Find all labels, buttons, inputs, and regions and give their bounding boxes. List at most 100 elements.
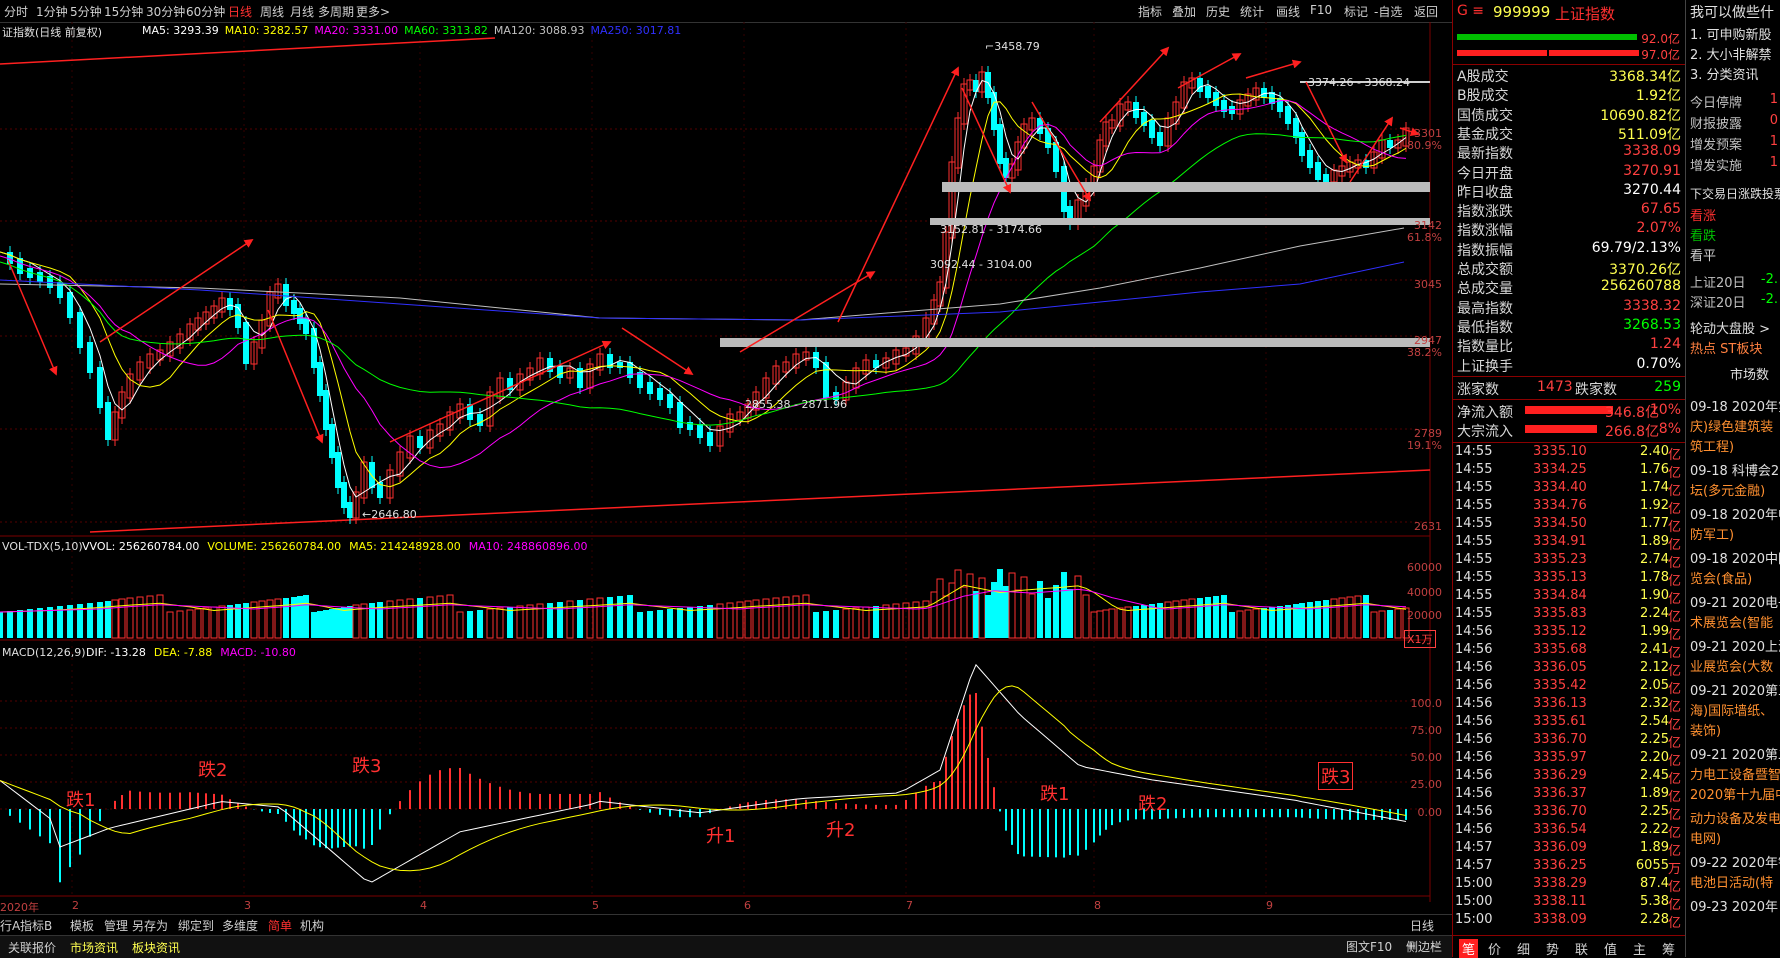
period-tab-7[interactable]: 周线	[260, 3, 284, 20]
period-tab-10[interactable]: 更多>	[356, 3, 390, 20]
news-item[interactable]: 09-18 2020年中	[1690, 504, 1780, 523]
news-item[interactable]: 09-21 2020电子	[1690, 592, 1780, 611]
date-tick: 3	[244, 899, 251, 912]
news-item[interactable]: 09-18 科博会2	[1690, 460, 1779, 479]
tool-tab-6[interactable]: 标记	[1344, 3, 1368, 20]
poll-option[interactable]: 看跌	[1690, 225, 1716, 244]
period-tab-5[interactable]: 60分钟	[186, 3, 225, 20]
indicator-tab-4[interactable]: 另存为	[132, 917, 168, 934]
tick-row: 14:56 3335.97 2.20 亿	[1455, 750, 1681, 769]
panel-tab-5[interactable]: 值	[1604, 939, 1617, 958]
rotation-link[interactable]: 轮动大盘股 >	[1690, 318, 1770, 337]
candle-down	[1277, 98, 1283, 112]
news-item[interactable]: 09-18 2020中国	[1690, 548, 1780, 567]
volume-bar	[17, 610, 23, 638]
candle-down	[1293, 118, 1299, 138]
volume-bar	[667, 609, 673, 638]
volume-bar	[936, 578, 944, 639]
poll-option[interactable]: 看涨	[1690, 205, 1716, 224]
fib-tick: 38.2%	[1407, 346, 1442, 359]
news-item-desc: 动力设备及发电	[1690, 812, 1780, 827]
stat-row[interactable]: 增发实施 1	[1690, 155, 1778, 174]
candle-down	[291, 300, 297, 314]
indicator-tab-6[interactable]: 多维度	[222, 917, 258, 934]
candle-down	[813, 352, 819, 368]
tick-row: 14:55 3334.76 1.92 亿	[1455, 498, 1681, 517]
high-annotation: ⌐3458.79	[985, 40, 1040, 53]
tool-tab-8[interactable]: 返回	[1414, 3, 1438, 20]
period-tab-9[interactable]: 多周期	[318, 3, 354, 20]
volume-bar	[311, 612, 317, 638]
news-item[interactable]: 09-21 2020上海	[1690, 636, 1780, 655]
stat-row[interactable]: 今日停牌 1	[1690, 92, 1778, 111]
indicator-tab-2[interactable]: 模板	[70, 917, 94, 934]
tool-tab-4[interactable]: 画线	[1276, 3, 1300, 20]
panel-tab-2[interactable]: 细	[1517, 939, 1530, 958]
volume-bar	[1346, 596, 1354, 639]
volume-bar	[930, 591, 938, 639]
date-tick: 5	[592, 899, 599, 912]
candle-down	[317, 362, 323, 396]
stat-row[interactable]: 增发预案 1	[1690, 134, 1778, 153]
macd-mark-7: 跌2	[1138, 794, 1168, 815]
assistant-menu-item[interactable]: 3. 分类资讯	[1690, 64, 1759, 83]
news-item[interactable]: 09-21 2020第三	[1690, 680, 1780, 699]
info-tab-1[interactable]: 市场资讯	[70, 939, 118, 956]
indicator-tab-3[interactable]: 管理	[104, 917, 128, 934]
news-item[interactable]: 09-21 2020第二	[1690, 744, 1780, 763]
assistant-menu-item[interactable]: 1. 可申购新股	[1690, 24, 1772, 43]
tool-tab-2[interactable]: 历史	[1206, 3, 1230, 20]
info-tab-2[interactable]: 板块资讯	[132, 939, 180, 956]
hot-sector[interactable]: 热点 ST板块	[1690, 338, 1762, 357]
period-tab-3[interactable]: 15分钟	[104, 3, 143, 20]
tool-tab-3[interactable]: 统计	[1240, 3, 1264, 20]
indicator-tab-0[interactable]: 行A	[0, 917, 20, 934]
tool-tab-0[interactable]: 指标	[1138, 3, 1162, 20]
volume-bar	[347, 606, 353, 638]
period-tab-8[interactable]: 月线	[290, 3, 314, 20]
panel-tab-1[interactable]: 价	[1488, 939, 1501, 958]
tool-tab-7[interactable]: -自选	[1374, 3, 1402, 20]
period-tab-0[interactable]: 分时	[4, 3, 28, 20]
panel-flag-icon[interactable]: G ≡	[1457, 3, 1484, 19]
candle-down	[991, 92, 997, 130]
news-item[interactable]: 09-23 2020年	[1690, 896, 1778, 915]
market-data-link[interactable]: 市场数	[1730, 364, 1769, 383]
volume-bar	[186, 609, 194, 639]
panel-tab-7[interactable]: 筹	[1662, 939, 1675, 958]
candle-down	[87, 342, 93, 373]
news-item[interactable]: 09-18 2020年第	[1690, 396, 1780, 415]
info-tab-0[interactable]: 关联报价	[8, 939, 56, 956]
poll-option[interactable]: 看平	[1690, 245, 1716, 264]
period-tab-2[interactable]: 5分钟	[70, 3, 102, 20]
panel-tab-0[interactable]: 笔	[1459, 939, 1479, 958]
news-item[interactable]: 09-22 2020年钜	[1690, 852, 1780, 871]
indicator-tab-8[interactable]: 机构	[300, 917, 324, 934]
period-tab-4[interactable]: 30分钟	[146, 3, 185, 20]
candle-down	[97, 367, 103, 408]
tool-tab-5[interactable]: F10	[1310, 3, 1332, 17]
f10-button[interactable]: 图文F10	[1346, 938, 1392, 955]
volume-bar	[210, 606, 218, 639]
indicator-tab-7[interactable]: 简单	[268, 917, 292, 934]
volume-legend: VVOL: 256260784.00 VOLUME: 256260784.00 MA…	[82, 540, 595, 553]
panel-tab-3[interactable]: 势	[1546, 939, 1559, 958]
tool-tab-1[interactable]: 叠加	[1172, 3, 1196, 20]
candle-down	[57, 282, 63, 298]
period-tab-6[interactable]: 日线	[228, 3, 252, 20]
indicator-tab-1[interactable]: 指标B	[20, 917, 52, 934]
quote-row: 最新指数 3338.09	[1457, 143, 1681, 163]
panel-tab-6[interactable]: 主	[1633, 939, 1646, 958]
period-toolbar: 分时 1分钟 5分钟 15分钟 30分钟 60分钟 日线 周线 月线 多周期 更多> 指标 叠加 历史统…	[0, 0, 1452, 23]
indicator-tab-5[interactable]: 绑定到	[178, 917, 214, 934]
panel-tab-4[interactable]: 联	[1575, 939, 1588, 958]
sidebar-button[interactable]: 侧边栏	[1406, 938, 1442, 955]
bottom-toolbar: 关联报价 市场资讯 板块资讯 + −	[0, 935, 1452, 958]
macd-legend-item: DIF: -13.28	[86, 646, 146, 659]
stat-row[interactable]: 财报披露 0	[1690, 113, 1778, 132]
candle-down	[667, 394, 673, 408]
macd-tick: 100.0	[1410, 697, 1443, 710]
period-tab-1[interactable]: 1分钟	[36, 3, 68, 20]
news-item-desc: 业展览会(大数	[1690, 660, 1774, 675]
assistant-menu-item[interactable]: 2. 大小非解禁	[1690, 44, 1772, 63]
